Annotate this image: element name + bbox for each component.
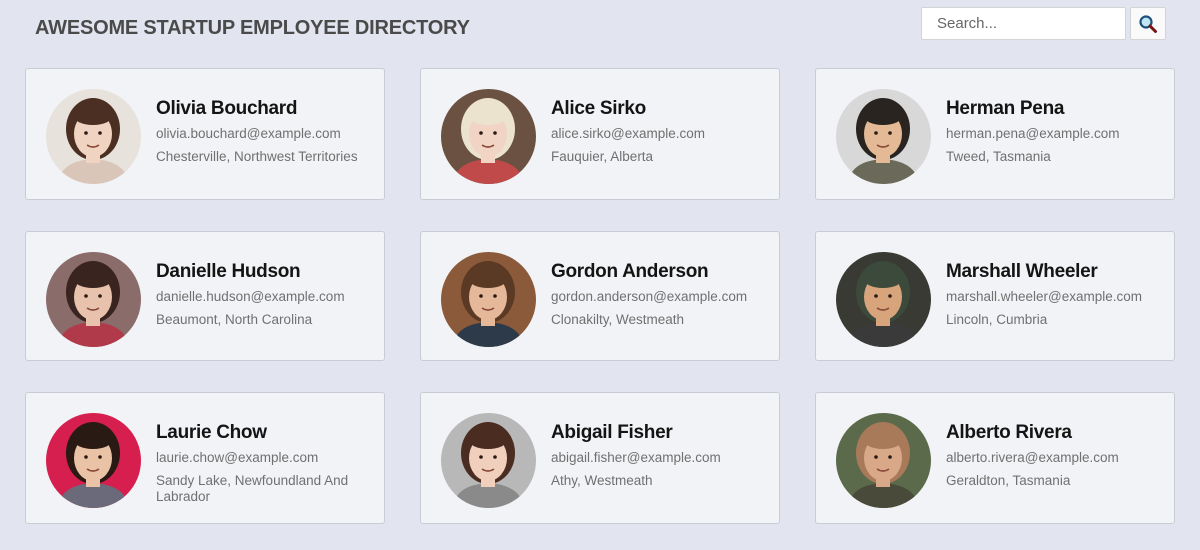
employee-name: Laurie Chow — [156, 422, 267, 443]
avatar — [836, 89, 931, 184]
employee-photo — [46, 413, 141, 508]
employee-card[interactable]: Gordon Anderson gordon.anderson@example.… — [420, 231, 780, 361]
avatar — [836, 413, 931, 508]
employee-location: Tweed, Tasmania — [946, 149, 1051, 164]
employee-name: Herman Pena — [946, 98, 1065, 119]
employee-email: herman.pena@example.com — [946, 126, 1120, 141]
employee-name: Alberto Rivera — [946, 422, 1072, 443]
employee-card[interactable]: Abigail Fisher abigail.fisher@example.co… — [420, 392, 780, 524]
employee-name: Marshall Wheeler — [946, 261, 1098, 282]
search-input[interactable] — [921, 7, 1126, 40]
employee-email: marshall.wheeler@example.com — [946, 289, 1143, 304]
employee-email: alberto.rivera@example.com — [946, 450, 1119, 465]
avatar — [46, 413, 141, 508]
employee-photo — [46, 89, 141, 184]
search-bar — [921, 7, 1166, 40]
employee-location: Geraldton, Tasmania — [946, 473, 1071, 488]
employee-location: Lincoln, Cumbria — [946, 312, 1048, 327]
employee-info: Olivia Bouchard olivia.bouchard@example.… — [156, 98, 371, 165]
employee-name: Olivia Bouchard — [156, 98, 298, 119]
employee-name: Alice Sirko — [551, 98, 646, 119]
employee-photo — [836, 252, 931, 347]
employee-location: Athy, Westmeath — [551, 473, 653, 488]
employee-card[interactable]: Olivia Bouchard olivia.bouchard@example.… — [25, 68, 385, 200]
employee-name: Danielle Hudson — [156, 261, 301, 282]
employee-info: Herman Pena herman.pena@example.com Twee… — [946, 98, 1161, 165]
employee-info: Danielle Hudson danielle.hudson@example.… — [156, 261, 371, 328]
avatar — [441, 413, 536, 508]
avatar — [46, 252, 141, 347]
search-icon — [1139, 14, 1157, 33]
employee-card[interactable]: Alberto Rivera alberto.rivera@example.co… — [815, 392, 1175, 524]
employee-card[interactable]: Danielle Hudson danielle.hudson@example.… — [25, 231, 385, 361]
employee-location: Sandy Lake, Newfoundland And Labrador — [156, 473, 349, 504]
employee-photo — [441, 89, 536, 184]
search-button[interactable] — [1130, 7, 1166, 40]
employee-email: alice.sirko@example.com — [551, 126, 706, 141]
employee-email: laurie.chow@example.com — [156, 450, 319, 465]
employee-photo — [441, 413, 536, 508]
employee-email: danielle.hudson@example.com — [156, 289, 345, 304]
employee-card[interactable]: Laurie Chow laurie.chow@example.com Sand… — [25, 392, 385, 524]
employee-info: Alberto Rivera alberto.rivera@example.co… — [946, 422, 1161, 489]
avatar — [836, 252, 931, 347]
employee-email: olivia.bouchard@example.com — [156, 126, 341, 141]
employee-location: Fauquier, Alberta — [551, 149, 654, 164]
employee-info: Gordon Anderson gordon.anderson@example.… — [551, 261, 766, 328]
employee-location: Beaumont, North Carolina — [156, 312, 313, 327]
employee-info: Alice Sirko alice.sirko@example.com Fauq… — [551, 98, 766, 165]
employee-grid: Olivia Bouchard olivia.bouchard@example.… — [25, 68, 1175, 524]
employee-photo — [836, 89, 931, 184]
avatar — [441, 89, 536, 184]
employee-card[interactable]: Herman Pena herman.pena@example.com Twee… — [815, 68, 1175, 200]
employee-card[interactable]: Marshall Wheeler marshall.wheeler@exampl… — [815, 231, 1175, 361]
employee-email: gordon.anderson@example.com — [551, 289, 748, 304]
employee-photo — [441, 252, 536, 347]
employee-name: Abigail Fisher — [551, 422, 673, 443]
avatar — [441, 252, 536, 347]
page-title: AWESOME STARTUP EMPLOYEE DIRECTORY — [35, 17, 470, 39]
employee-location: Chesterville, Northwest Territories — [156, 149, 358, 164]
employee-location: Clonakilty, Westmeath — [551, 312, 685, 327]
employee-info: Laurie Chow laurie.chow@example.com Sand… — [156, 422, 371, 505]
employee-card[interactable]: Alice Sirko alice.sirko@example.com Fauq… — [420, 68, 780, 200]
employee-photo — [46, 252, 141, 347]
employee-photo — [836, 413, 931, 508]
avatar — [46, 89, 141, 184]
employee-info: Abigail Fisher abigail.fisher@example.co… — [551, 422, 766, 489]
employee-name: Gordon Anderson — [551, 261, 709, 282]
employee-info: Marshall Wheeler marshall.wheeler@exampl… — [946, 261, 1161, 328]
employee-email: abigail.fisher@example.com — [551, 450, 721, 465]
